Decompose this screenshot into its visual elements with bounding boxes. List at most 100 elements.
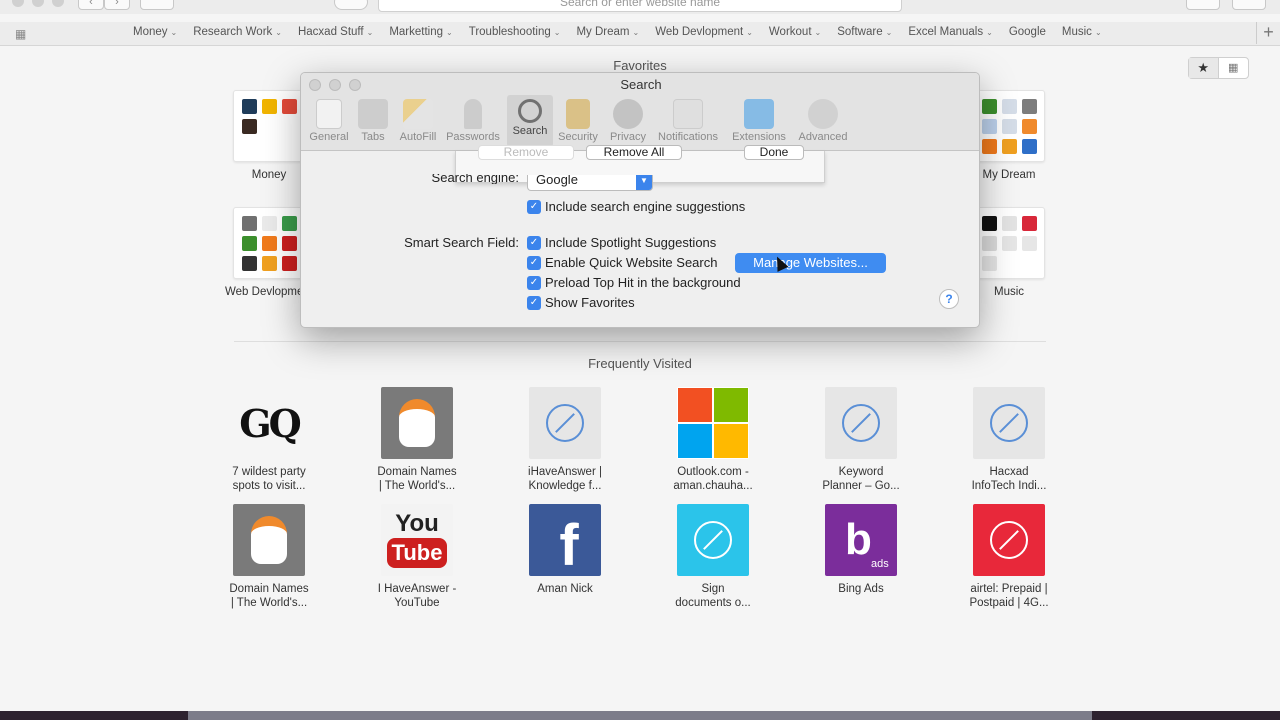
star-icon[interactable]: ★ xyxy=(1189,58,1219,78)
favorite-tile-music[interactable] xyxy=(973,207,1045,279)
gear-icon xyxy=(808,99,838,129)
frequent-tile-youtube[interactable]: You Tube xyxy=(381,504,453,576)
address-bar[interactable]: Search or enter website name xyxy=(378,0,902,12)
preferences-toolbar: Search General Tabs AutoFill Passwords S… xyxy=(301,73,979,151)
frequent-tile-ihaveanswer[interactable] xyxy=(529,387,601,459)
frequent-label: Aman Nick xyxy=(537,583,593,595)
dialog-title: Search xyxy=(620,77,662,92)
bookmark-folder[interactable]: Music ⌄ xyxy=(1062,26,1102,38)
zoom-window-icon[interactable] xyxy=(52,0,64,7)
frequent-label: Domain Names | The World's... xyxy=(229,583,309,609)
bookmark-folder[interactable]: Research Work ⌄ xyxy=(193,26,282,38)
spotlight-suggestions-label: Include Spotlight Suggestions xyxy=(545,235,717,250)
frequent-tile-bing-ads[interactable]: b ads xyxy=(825,504,897,576)
frequent-label: 7 wildest party spots to visit... xyxy=(232,466,306,492)
smart-search-field-label: Smart Search Field: xyxy=(404,235,519,250)
bookmark-folder[interactable]: Marketting ⌄ xyxy=(389,26,452,38)
frequent-label: Keyword Planner – Go... xyxy=(822,466,900,492)
favorite-tile-my-dream[interactable] xyxy=(973,90,1045,162)
tab-notifications[interactable]: Notifications xyxy=(653,95,723,147)
tab-security[interactable]: Security xyxy=(555,95,601,147)
tab-passwords[interactable]: Passwords xyxy=(443,95,503,147)
share-button[interactable] xyxy=(1186,0,1220,10)
bookmark-link[interactable]: Google xyxy=(1009,26,1046,38)
include-suggestions-label: Include search engine suggestions xyxy=(545,199,746,214)
bookmark-folder[interactable]: Money ⌄ xyxy=(133,26,177,38)
frequent-tile-sign-documents[interactable] xyxy=(677,504,749,576)
frequent-label: Domain Names | The World's... xyxy=(377,466,457,492)
frequent-label: I HaveAnswer - YouTube xyxy=(377,583,457,609)
show-favorites-label: Show Favorites xyxy=(545,295,635,310)
frequent-tile-facebook[interactable]: f xyxy=(529,504,601,578)
close-window-icon[interactable] xyxy=(12,0,24,7)
tab-advanced[interactable]: Advanced xyxy=(793,95,853,147)
tab-privacy[interactable]: Privacy xyxy=(605,95,651,147)
bookmark-folder[interactable]: Web Devlopment ⌄ xyxy=(655,26,753,38)
include-suggestions-checkbox[interactable]: ✓ xyxy=(527,200,541,214)
godaddy-mascot-icon xyxy=(251,516,287,564)
bookmark-folder[interactable]: My Dream ⌄ xyxy=(576,26,639,38)
pencil-icon xyxy=(403,99,433,129)
quick-website-search-checkbox[interactable]: ✓ xyxy=(527,256,541,270)
back-button[interactable]: ‹ xyxy=(78,0,104,10)
frequent-label: airtel: Prepaid | Postpaid | 4G... xyxy=(969,583,1049,609)
browser-toolbar: ‹ › Search or enter website name xyxy=(0,0,1280,14)
favorite-tile-web-devlopment[interactable] xyxy=(233,207,305,279)
safari-compass-icon xyxy=(990,521,1028,559)
frequent-tile-gq[interactable]: GQ xyxy=(233,387,305,459)
frequently-visited-title: Frequently Visited xyxy=(588,356,692,371)
preferences-dialog: Search General Tabs AutoFill Passwords S… xyxy=(300,72,980,328)
frequent-tile-godaddy[interactable] xyxy=(381,387,453,459)
new-tab-button[interactable]: + xyxy=(1256,22,1280,44)
dock xyxy=(188,711,1092,720)
tabs-overview-button[interactable] xyxy=(1232,0,1266,10)
bookmark-folder[interactable]: Workout ⌄ xyxy=(769,26,821,38)
show-favorites-checkbox[interactable]: ✓ xyxy=(527,296,541,310)
safari-compass-icon xyxy=(842,404,880,442)
godaddy-mascot-icon xyxy=(399,399,435,447)
frequent-tile-outlook[interactable] xyxy=(677,387,749,459)
favorites-view-toggle: ★ ▦ xyxy=(1188,57,1249,79)
frequent-tile-hacxad[interactable] xyxy=(973,387,1045,459)
done-button[interactable]: Done xyxy=(744,145,804,160)
search-engine-label: Search engine: xyxy=(431,174,519,184)
frequent-tile-airtel[interactable] xyxy=(973,504,1045,576)
favorite-tile-money[interactable] xyxy=(233,90,305,162)
minimize-window-icon[interactable] xyxy=(32,0,44,7)
forward-button[interactable]: › xyxy=(104,0,130,10)
quick-website-search-label: Enable Quick Website Search xyxy=(545,255,718,270)
frequent-label: Hacxad InfoTech Indi... xyxy=(971,466,1047,492)
tab-autofill[interactable]: AutoFill xyxy=(395,95,441,147)
magnifier-icon xyxy=(518,99,542,123)
bookmark-folder[interactable]: Troubleshooting ⌄ xyxy=(469,26,561,38)
manage-websites-button[interactable]: Manage Websites... xyxy=(735,253,886,273)
spotlight-suggestions-checkbox[interactable]: ✓ xyxy=(527,236,541,250)
sidebar-button[interactable] xyxy=(140,0,174,10)
remove-button[interactable]: Remove xyxy=(478,145,574,160)
grid-icon[interactable]: ▦ xyxy=(1219,58,1248,78)
bookmark-folder[interactable]: Software ⌄ xyxy=(837,26,892,38)
frequent-tile-godaddy-2[interactable] xyxy=(233,504,305,576)
preload-top-hit-checkbox[interactable]: ✓ xyxy=(527,276,541,290)
tab-search[interactable]: Search xyxy=(507,95,553,147)
tab-extensions[interactable]: Extensions xyxy=(727,95,791,147)
hand-icon xyxy=(613,99,643,129)
favorites-title: Favorites xyxy=(613,58,667,73)
section-divider xyxy=(234,341,1046,342)
safari-compass-icon xyxy=(546,404,584,442)
tab-general[interactable]: General xyxy=(307,95,351,147)
bookmark-folder[interactable]: Hacxad Stuff ⌄ xyxy=(298,26,373,38)
notifications-icon xyxy=(673,99,703,129)
frequent-tile-keyword-planner[interactable] xyxy=(825,387,897,459)
pinterest-button[interactable] xyxy=(334,0,368,10)
remove-all-button[interactable]: Remove All xyxy=(586,145,682,160)
bookmark-folder[interactable]: Excel Manuals ⌄ xyxy=(908,26,993,38)
extensions-icon xyxy=(744,99,774,129)
general-icon xyxy=(316,99,342,129)
key-icon xyxy=(464,99,482,129)
top-sites-grid-icon[interactable]: ▦ xyxy=(15,27,26,41)
tab-tabs[interactable]: Tabs xyxy=(353,95,393,147)
help-button[interactable]: ? xyxy=(939,289,959,309)
gq-logo: GQ xyxy=(239,401,302,446)
search-engine-select[interactable]: Google ▼ xyxy=(527,175,653,191)
